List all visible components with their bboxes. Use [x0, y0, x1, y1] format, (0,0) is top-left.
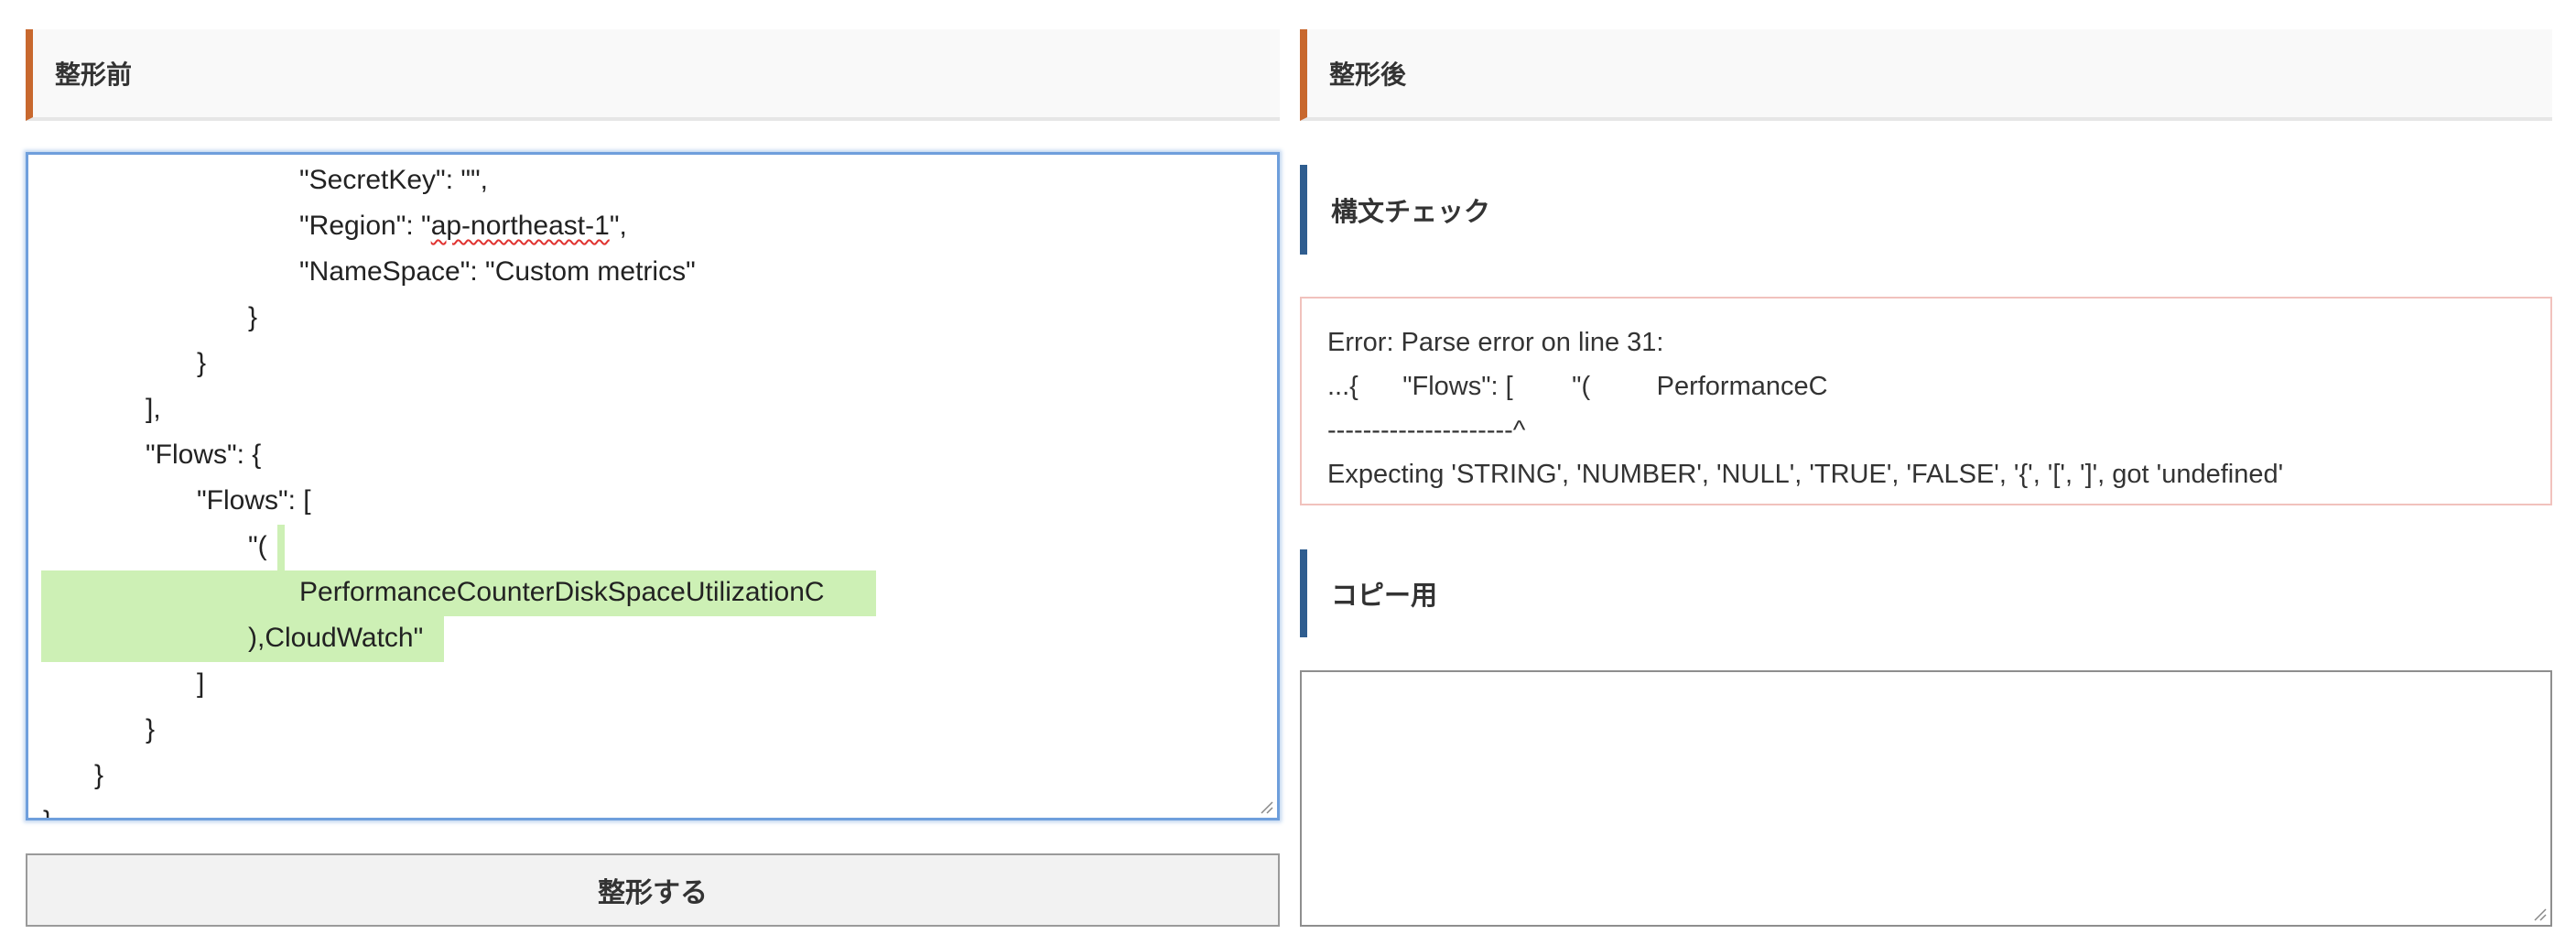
copy-title: コピー用	[1331, 580, 1438, 611]
editor-line: "NameSpace": "Custom metrics"	[299, 256, 696, 287]
error-pointer-line: ---------------------^	[1327, 416, 1526, 445]
editor-line: "(	[248, 531, 267, 561]
resize-handle-icon[interactable]	[1259, 799, 1273, 814]
error-context-line: ...{ "Flows": [ "( PerformanceC	[1327, 372, 1828, 401]
before-format-title: 整形前	[55, 60, 133, 90]
before-format-header: 整形前	[26, 29, 1280, 121]
error-message-line: Error: Parse error on line 31:	[1327, 328, 1664, 357]
resize-handle-icon[interactable]	[2532, 907, 2547, 921]
editor-line: ]	[197, 668, 205, 699]
copy-output-textarea[interactable]	[1300, 670, 2552, 927]
editor-line: PerformanceCounterDiskSpaceUtilizationC	[299, 577, 825, 607]
editor-line: }	[43, 803, 52, 818]
editor-line: }	[146, 714, 156, 744]
after-format-header: 整形後	[1300, 29, 2552, 121]
editor-line: ),CloudWatch"	[248, 623, 424, 653]
editor-line: "Flows": [	[197, 485, 311, 516]
editor-line: "SecretKey": "",	[299, 165, 489, 195]
editor-line: "Flows": {	[146, 440, 262, 470]
syntax-error-box: Error: Parse error on line 31: ...{ "Flo…	[1300, 297, 2552, 505]
editor-line: }	[248, 302, 258, 332]
format-button-label: 整形する	[598, 877, 708, 909]
after-format-title: 整形後	[1329, 60, 1407, 90]
syntax-check-title: 構文チェック	[1331, 196, 1491, 227]
editor-line: }	[94, 760, 104, 790]
editor-line: }	[197, 348, 207, 378]
format-button[interactable]: 整形する	[26, 853, 1280, 927]
syntax-check-heading: 構文チェック	[1300, 165, 1490, 255]
json-input-editor[interactable]: "SecretKey": "", "Region": "ap-northeast…	[26, 152, 1280, 820]
editor-line: ],	[146, 394, 161, 424]
error-expectation-line: Expecting 'STRING', 'NUMBER', 'NULL', 'T…	[1327, 460, 2284, 489]
selection-highlight	[277, 525, 285, 570]
editor-line: "Region": "ap-northeast-1",	[299, 211, 627, 241]
copy-heading: コピー用	[1300, 549, 1437, 637]
